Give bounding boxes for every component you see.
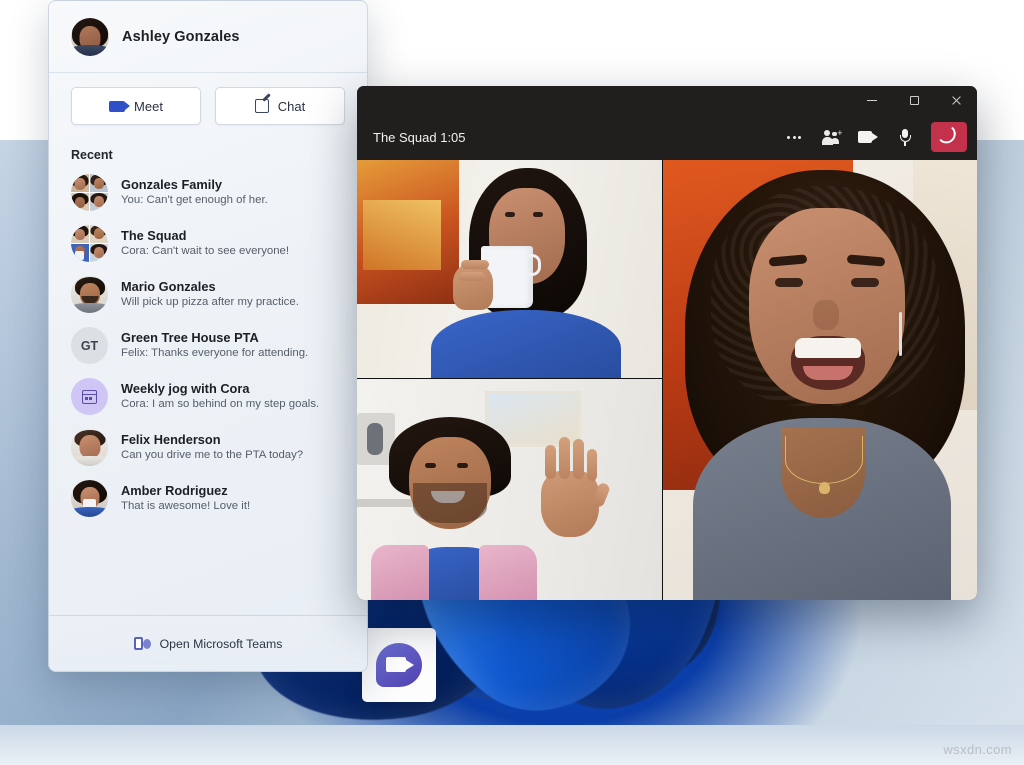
microphone-icon (899, 128, 911, 146)
video-grid (357, 160, 977, 600)
chat-button-label: Chat (277, 98, 306, 114)
user-name: Ashley Gonzales (122, 28, 240, 45)
list-item-preview: You: Can't get enough of her. (121, 194, 268, 206)
minimize-icon[interactable] (851, 86, 893, 114)
list-item-title: The Squad (121, 228, 187, 243)
widgets-icon[interactable] (490, 742, 506, 759)
close-icon[interactable] (935, 86, 977, 114)
participant-tile-bottom-left[interactable] (357, 379, 662, 600)
avatar[interactable] (71, 17, 109, 56)
hangup-icon (938, 126, 960, 148)
meet-button-label: Meet (134, 98, 163, 114)
list-item-preview: Can you drive me to the PTA today? (121, 449, 304, 461)
more-options-button[interactable] (777, 122, 811, 152)
file-explorer-icon[interactable] (546, 739, 562, 759)
task-view-icon[interactable] (462, 742, 481, 759)
video-camera-icon (109, 100, 131, 112)
calendar-icon (82, 389, 97, 404)
flyout-header: Ashley Gonzales (49, 1, 367, 73)
list-item-preview: Will pick up pizza after my practice. (121, 296, 299, 308)
teams-chat-flyout: Ashley Gonzales Meet Chat Recent Gonzale… (48, 0, 368, 672)
taskbar-items (406, 739, 618, 759)
add-people-button[interactable]: + (814, 122, 848, 152)
list-item[interactable]: Mario Gonzales Will pick up pizza after … (63, 269, 353, 320)
video-call-window: The Squad 1:05 + (357, 86, 977, 600)
search-icon[interactable] (434, 742, 450, 759)
avatar (71, 225, 108, 262)
list-item[interactable]: Amber Rodriguez That is awesome! Love it… (63, 473, 353, 524)
maximize-icon[interactable] (893, 86, 935, 114)
avatar (71, 276, 108, 313)
list-item[interactable]: Gonzales Family You: Can't get enough of… (63, 167, 353, 218)
windows-start-icon[interactable] (406, 742, 422, 759)
list-item-title: Felix Henderson (121, 432, 221, 447)
ellipsis-icon (787, 135, 801, 139)
list-item-title: Weekly jog with Cora (121, 381, 250, 396)
list-item-title: Green Tree House PTA (121, 330, 259, 345)
toggle-microphone-button[interactable] (888, 122, 922, 152)
avatar-initials: GT (71, 327, 108, 364)
participant-tile-top-left[interactable] (357, 160, 662, 378)
list-item-title: Mario Gonzales (121, 279, 216, 294)
avatar (71, 174, 108, 211)
list-item[interactable]: The Squad Cora: Can't wait to see everyo… (63, 218, 353, 269)
window-titlebar[interactable] (357, 86, 977, 114)
avatar (71, 480, 108, 517)
microsoft-store-icon[interactable] (602, 742, 618, 759)
avatar-calendar (71, 378, 108, 415)
list-item[interactable]: Felix Henderson Can you drive me to the … (63, 422, 353, 473)
meet-button[interactable]: Meet (71, 87, 201, 125)
watermark: wsxdn.com (943, 742, 1012, 757)
call-title: The Squad 1:05 (373, 129, 466, 145)
flyout-action-buttons: Meet Chat (49, 73, 367, 135)
screenshot-root: ^ ◢ ♪ ■ 8:26 AM 6/4/2021 Ashley Gonzales… (0, 0, 1024, 765)
add-people-icon: + (821, 128, 843, 145)
call-toolbar: The Squad 1:05 + (357, 114, 977, 160)
list-item-title: Amber Rodriguez (121, 483, 228, 498)
list-item-preview: That is awesome! Love it! (121, 500, 251, 512)
list-item-preview: Cora: Can't wait to see everyone! (121, 245, 290, 257)
chat-icon[interactable] (518, 742, 534, 759)
list-item-title: Gonzales Family (121, 177, 222, 192)
recent-conversations-list: Gonzales Family You: Can't get enough of… (49, 167, 367, 524)
camera-icon (858, 131, 878, 143)
participant-tile-right[interactable] (663, 160, 977, 600)
list-item-preview: Cora: I am so behind on my step goals. (121, 398, 320, 410)
microsoft-teams-logo (133, 636, 151, 651)
list-item[interactable]: GT Green Tree House PTA Felix: Thanks ev… (63, 320, 353, 371)
list-item[interactable]: Weekly jog with Cora Cora: I am so behin… (63, 371, 353, 422)
taskbar[interactable]: ^ ◢ ♪ ■ 8:26 AM 6/4/2021 (0, 735, 1024, 765)
list-item-preview: Felix: Thanks everyone for attending. (121, 347, 309, 359)
compose-chat-icon (254, 99, 269, 113)
avatar (71, 429, 108, 466)
open-teams-label: Open Microsoft Teams (159, 636, 283, 651)
chat-button[interactable]: Chat (215, 87, 345, 125)
call-controls: + (777, 122, 967, 152)
hang-up-button[interactable] (931, 122, 967, 152)
toggle-camera-button[interactable] (851, 122, 885, 152)
recent-section-label: Recent (71, 148, 113, 162)
open-teams-button[interactable]: Open Microsoft Teams (49, 615, 367, 671)
chat-app-tile[interactable] (362, 628, 436, 702)
chat-video-bubble-icon (376, 643, 422, 687)
edge-browser-icon[interactable] (574, 742, 590, 759)
